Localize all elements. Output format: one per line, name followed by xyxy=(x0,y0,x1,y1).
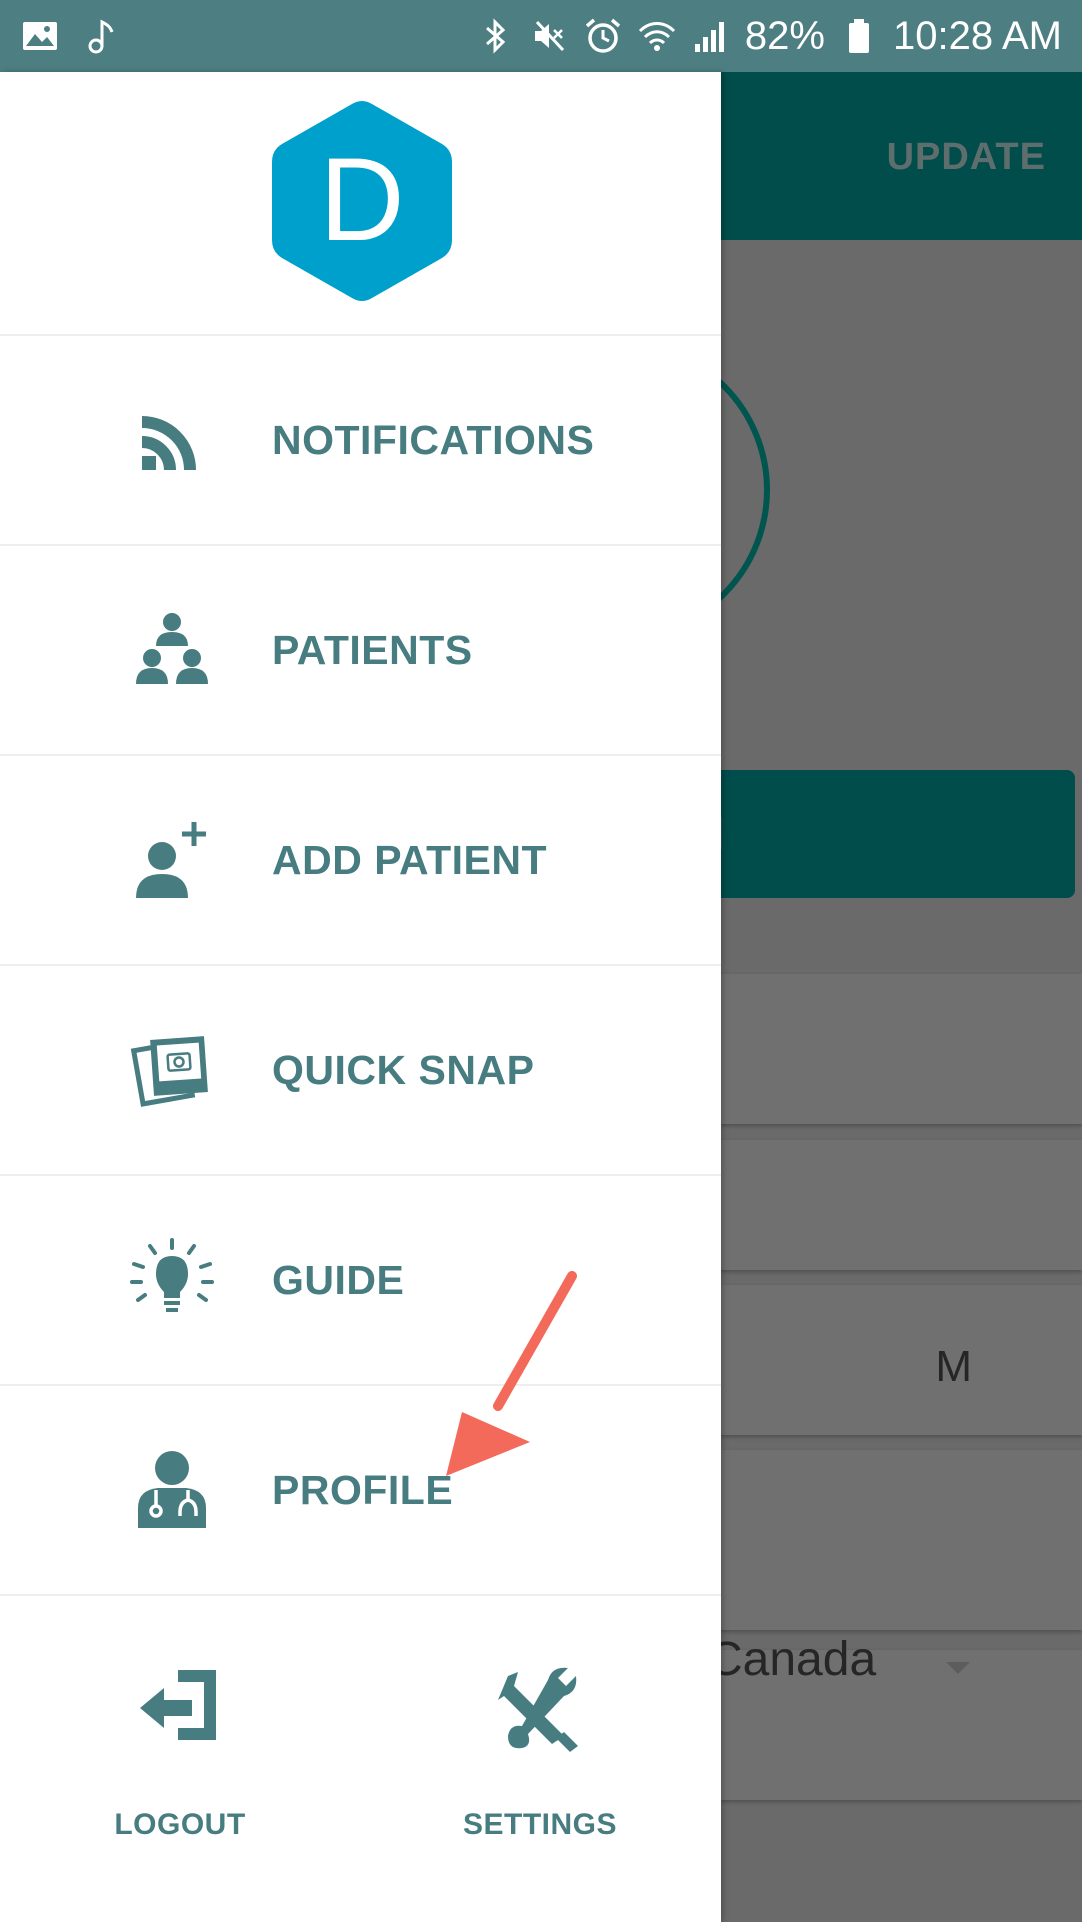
menu-item-quick-snap[interactable]: QUICK SNAP xyxy=(0,966,721,1176)
status-bar: 82% 10:28 AM xyxy=(0,0,1082,72)
menu-label: PATIENTS xyxy=(272,626,473,673)
wifi-icon xyxy=(637,16,677,56)
dropdown-arrow-icon xyxy=(946,1662,970,1674)
drawer-footer: LOGOUT SETTINGS xyxy=(0,1596,721,1896)
gender-value: M xyxy=(935,1342,972,1391)
navigation-drawer: D NOTIFICATIONS PATIENTS ADD PATIENT QUI… xyxy=(0,72,721,1922)
background-field-row xyxy=(720,974,1082,1124)
settings-label: SETTINGS xyxy=(462,1808,617,1841)
app-logo-icon: D xyxy=(272,101,452,301)
signal-icon xyxy=(691,16,731,56)
menu-item-profile[interactable]: PROFILE xyxy=(0,1386,721,1596)
background-field-row xyxy=(720,1140,1082,1270)
drawer-header: D xyxy=(0,72,721,336)
menu-label: GUIDE xyxy=(272,1256,405,1303)
gallery-icon xyxy=(20,16,60,56)
bluetooth-icon xyxy=(475,16,515,56)
logout-icon xyxy=(134,1662,224,1752)
update-button: UPDATE xyxy=(886,136,1046,178)
country-value: Canada xyxy=(708,1633,877,1686)
menu-item-patients[interactable]: PATIENTS xyxy=(0,546,721,756)
clock-time: 10:28 AM xyxy=(892,13,1062,58)
doctor-icon xyxy=(130,1448,214,1532)
tools-icon xyxy=(494,1662,584,1752)
battery-percent: 82% xyxy=(744,13,825,58)
add-person-icon xyxy=(130,818,214,902)
rss-feed-icon xyxy=(130,398,214,482)
alarm-icon xyxy=(583,16,623,56)
lightbulb-icon xyxy=(130,1238,214,1322)
background-field-row xyxy=(720,1285,1082,1435)
music-note-icon xyxy=(82,16,122,56)
menu-label: QUICK SNAP xyxy=(272,1046,535,1093)
annotation-arrow-icon xyxy=(446,1271,577,1476)
menu-item-guide[interactable]: GUIDE xyxy=(0,1176,721,1386)
mute-icon xyxy=(529,16,569,56)
menu-label: PROFILE xyxy=(272,1466,454,1513)
logo-letter: D xyxy=(319,134,404,266)
menu-label: ADD PATIENT xyxy=(272,836,548,883)
patients-group-icon xyxy=(130,608,214,692)
background-field-row xyxy=(720,1450,1082,1630)
menu-item-notifications[interactable]: NOTIFICATIONS xyxy=(0,336,721,546)
logout-button[interactable]: LOGOUT xyxy=(30,1596,330,1896)
settings-button[interactable]: SETTINGS xyxy=(390,1596,690,1896)
menu-item-add-patient[interactable]: ADD PATIENT xyxy=(0,756,721,966)
menu-label: NOTIFICATIONS xyxy=(272,416,595,463)
battery-icon xyxy=(839,16,879,56)
logout-label: LOGOUT xyxy=(114,1808,246,1841)
photo-stack-icon xyxy=(130,1028,214,1112)
